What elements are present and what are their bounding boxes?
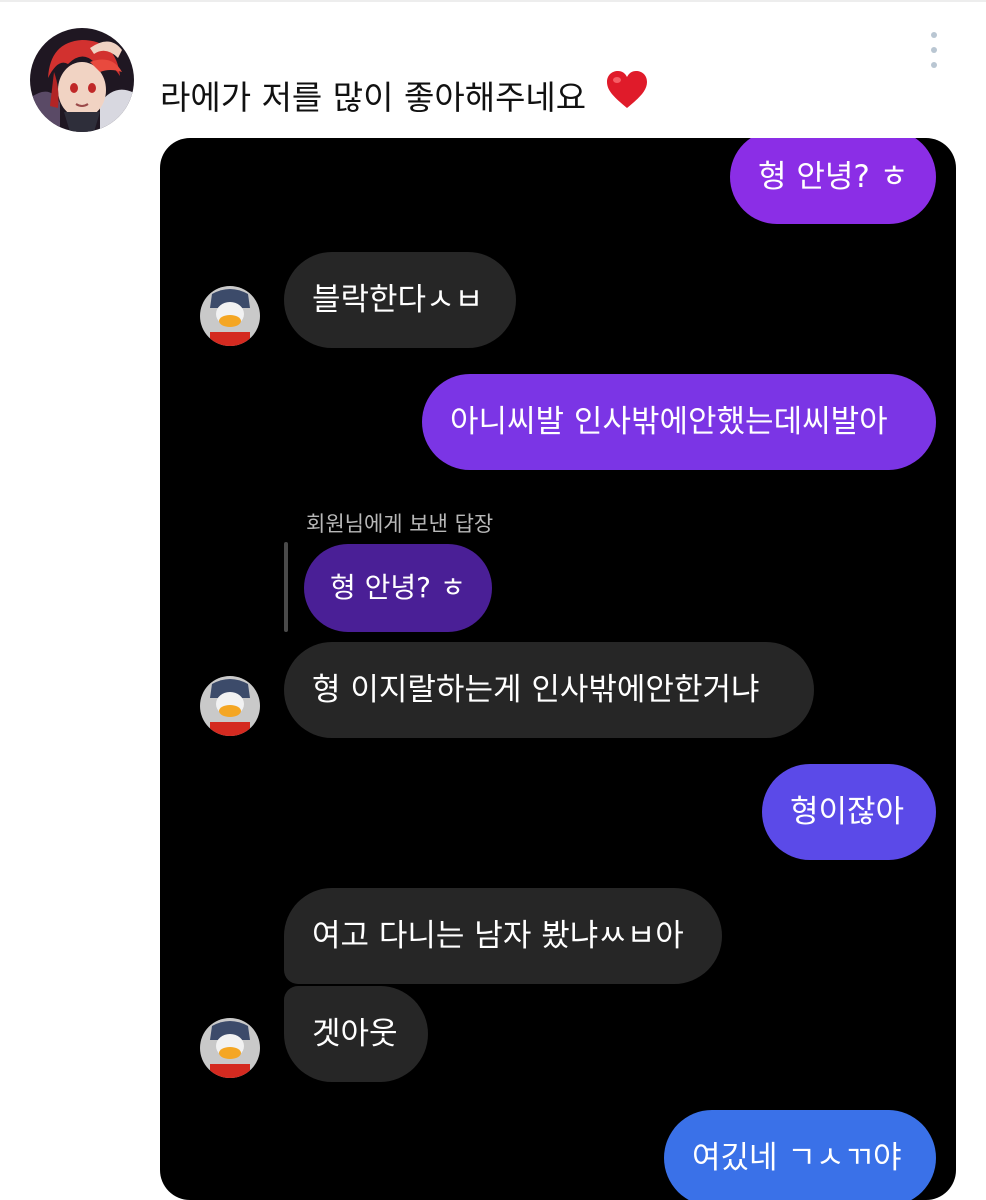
- reply-label: 회원님에게 보낸 답장: [306, 512, 494, 536]
- post-page: 라에가 저를 많이 좋아해주네요 형 안녕? ㅎ 블락한다ㅅㅂ 아니씨발 인사밖…: [0, 0, 986, 1200]
- quoted-message[interactable]: 형 안녕? ㅎ: [304, 544, 492, 632]
- message-text: 여고 다니는 남자 봤냐ㅆㅂ아: [312, 918, 684, 954]
- message-text: 형이잖아: [790, 794, 905, 830]
- message-outgoing: 형이잖아: [762, 764, 936, 860]
- message-outgoing: 아니씨발 인사밖에안했는데씨발아: [422, 374, 936, 470]
- message-incoming: 형 이지랄하는게 인사밖에안한거냐: [284, 642, 814, 738]
- divider: [0, 0, 986, 2]
- message-incoming: 여고 다니는 남자 봤냐ㅆㅂ아: [284, 888, 722, 984]
- message-text: 여깄네 ㄱㅅㄲ야: [692, 1140, 902, 1176]
- message-text: 아니씨발 인사밖에안했는데씨발아: [450, 404, 888, 440]
- message-text: 블락한다ㅅㅂ: [312, 282, 484, 318]
- quoted-text: 형 안녕? ㅎ: [330, 571, 466, 604]
- post-text: 라에가 저를 많이 좋아해주네요: [160, 71, 649, 122]
- message-outgoing: 형 안녕? ㅎ: [730, 138, 936, 224]
- contact-avatar: [200, 1018, 260, 1078]
- post-text-content: 라에가 저를 많이 좋아해주네요: [160, 78, 587, 117]
- message-text: 겟아웃: [312, 1016, 398, 1052]
- contact-avatar: [200, 676, 260, 736]
- message-text: 형 이지랄하는게 인사밖에안한거냐: [312, 672, 760, 708]
- message-incoming: 블락한다ㅅㅂ: [284, 252, 516, 348]
- message-incoming: 겟아웃: [284, 986, 428, 1082]
- reply-bar: [284, 542, 288, 632]
- contact-avatar: [200, 286, 260, 346]
- more-vertical-icon[interactable]: [922, 30, 946, 70]
- message-outgoing: 여깄네 ㄱㅅㄲ야: [664, 1110, 936, 1200]
- avatar[interactable]: [30, 28, 134, 132]
- chat-screenshot: 형 안녕? ㅎ 블락한다ㅅㅂ 아니씨발 인사밖에안했는데씨발아 회원님에게 보낸…: [160, 138, 956, 1200]
- message-text: 형 안녕? ㅎ: [758, 159, 909, 195]
- heart-icon: [605, 70, 649, 123]
